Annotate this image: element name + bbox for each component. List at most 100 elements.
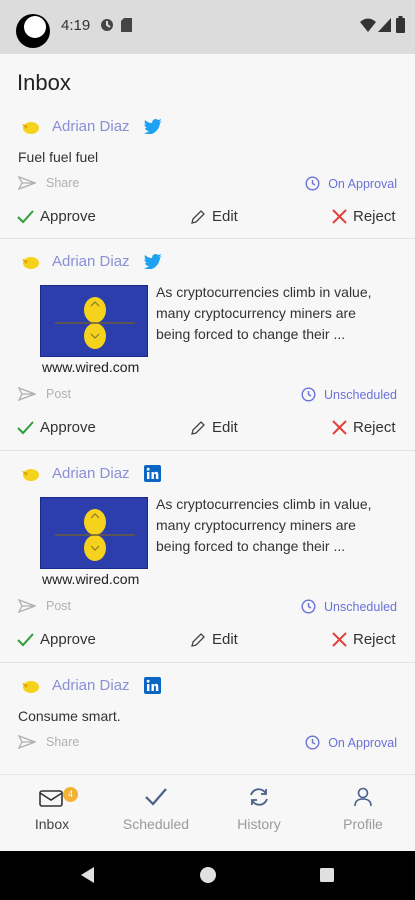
inbox-badge: 4: [63, 787, 78, 802]
link-preview[interactable]: www.wired.com As cryptocurrencies climb …: [40, 284, 385, 381]
post-status[interactable]: On Approval: [305, 735, 397, 750]
inbox-post: Adrian Diaz www.wired.com As cryptocurre…: [0, 459, 415, 659]
link-snippet: As cryptocurrencies climb in value, many…: [156, 496, 372, 554]
refresh-icon: [250, 788, 268, 806]
recents-icon[interactable]: [320, 868, 334, 882]
inbox-post: Adrian Diaz www.wired.com As cryptocurre…: [0, 247, 415, 447]
author-avatar-icon: [22, 468, 39, 481]
edit-button[interactable]: Edit: [190, 419, 238, 436]
share-label: Share: [46, 176, 80, 190]
edit-button[interactable]: Edit: [190, 208, 238, 225]
divider: [0, 238, 415, 239]
approve-button[interactable]: Approve: [17, 631, 96, 648]
check-icon: [17, 209, 34, 223]
floating-bubble-icon[interactable]: [16, 14, 50, 48]
author-avatar-icon: [22, 121, 39, 134]
close-icon: [332, 420, 347, 435]
share-label: Post: [46, 387, 72, 401]
share-row[interactable]: Share: [18, 735, 79, 749]
link-thumbnail: [40, 285, 148, 357]
divider: [0, 450, 415, 451]
share-label: Share: [46, 735, 80, 749]
send-icon: [18, 735, 36, 749]
post-text: Consume smart.: [18, 708, 121, 724]
check-icon: [17, 420, 34, 434]
send-icon: [18, 599, 36, 613]
pencil-icon: [191, 632, 205, 647]
share-row[interactable]: Post: [18, 387, 71, 401]
status-label: Unscheduled: [324, 599, 397, 614]
link-snippet: As cryptocurrencies climb in value, many…: [156, 284, 372, 342]
status-label: On Approval: [328, 735, 397, 750]
nav-scheduled[interactable]: Scheduled: [111, 787, 201, 832]
inbox-post: Adrian Diaz Fuel fuel fuel Share On Appr…: [0, 112, 415, 237]
signal-icon: [378, 18, 391, 32]
post-author-row: Adrian Diaz: [20, 253, 162, 270]
nav-label: Inbox: [34, 816, 70, 832]
battery-icon: [396, 16, 405, 33]
status-label: On Approval: [328, 176, 397, 191]
divider: [0, 662, 415, 663]
send-icon: [18, 176, 36, 190]
check-icon: [17, 632, 34, 646]
page-title: Inbox: [17, 70, 71, 95]
share-label: Post: [46, 599, 72, 613]
post-author[interactable]: Adrian Diaz: [52, 253, 130, 270]
link-thumbnail-image: [55, 297, 135, 349]
share-row[interactable]: Post: [18, 599, 71, 613]
status-label: Unscheduled: [324, 387, 397, 402]
data-saver-icon: [101, 19, 113, 31]
reject-button[interactable]: Reject: [332, 419, 396, 436]
post-actions: Approve Edit Reject: [0, 208, 415, 234]
post-author-row: Adrian Diaz: [20, 465, 161, 482]
inbox-icon: [39, 790, 63, 807]
person-icon: [354, 787, 372, 807]
home-icon[interactable]: [200, 867, 216, 883]
clock-icon: [305, 735, 320, 750]
post-actions: Approve Edit Reject: [0, 631, 415, 657]
bottom-navigation: 4 Inbox Scheduled History Profile: [0, 774, 415, 850]
back-icon[interactable]: [81, 867, 95, 883]
author-avatar-icon: [22, 680, 39, 693]
post-text: Fuel fuel fuel: [18, 149, 99, 165]
share-row[interactable]: Share: [18, 176, 79, 190]
link-domain: www.wired.com: [42, 359, 140, 375]
send-icon: [18, 387, 36, 401]
link-preview[interactable]: www.wired.com As cryptocurrencies climb …: [40, 496, 385, 593]
close-icon: [332, 632, 347, 647]
reject-button[interactable]: Reject: [332, 208, 396, 225]
post-status[interactable]: Unscheduled: [301, 599, 397, 614]
inbox-screen: Inbox Adrian Diaz Fuel fuel fuel Share O…: [0, 54, 415, 851]
nav-inbox[interactable]: 4 Inbox: [7, 787, 97, 832]
post-author[interactable]: Adrian Diaz: [52, 118, 130, 135]
post-author[interactable]: Adrian Diaz: [52, 677, 130, 694]
inbox-post: Adrian Diaz Consume smart. Share On Appr…: [0, 671, 415, 781]
post-actions: Approve Edit Reject: [0, 419, 415, 445]
checkmark-icon: [145, 788, 167, 806]
sd-card-icon: [121, 18, 132, 32]
nav-profile[interactable]: Profile: [318, 787, 408, 832]
nav-label: History: [237, 816, 281, 832]
post-status[interactable]: On Approval: [305, 176, 397, 191]
post-author[interactable]: Adrian Diaz: [52, 465, 130, 482]
approve-button[interactable]: Approve: [17, 419, 96, 436]
linkedin-icon: [143, 677, 161, 694]
clock-icon: [301, 387, 316, 402]
close-icon: [332, 209, 347, 224]
nav-history[interactable]: History: [214, 787, 304, 832]
nav-label: Scheduled: [122, 816, 190, 832]
wifi-icon: [360, 18, 376, 32]
edit-button[interactable]: Edit: [190, 631, 238, 648]
status-time: 4:19: [61, 17, 91, 34]
reject-button[interactable]: Reject: [332, 631, 396, 648]
linkedin-icon: [143, 465, 161, 482]
clock-icon: [305, 176, 320, 191]
post-author-row: Adrian Diaz: [20, 677, 161, 694]
system-navigation-bar: [0, 851, 415, 900]
post-status[interactable]: Unscheduled: [301, 387, 397, 402]
link-thumbnail-image: [55, 509, 135, 561]
approve-button[interactable]: Approve: [17, 208, 96, 225]
link-domain: www.wired.com: [42, 571, 140, 587]
pencil-icon: [191, 420, 205, 435]
link-thumbnail: [40, 497, 148, 569]
